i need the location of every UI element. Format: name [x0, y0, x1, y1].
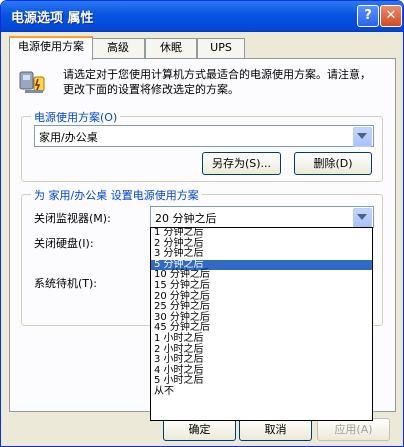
tab-hibernate[interactable]: 休眠 — [145, 38, 197, 58]
monitor-label: 关闭监视器(M): — [34, 212, 111, 225]
standby-label: 系统待机(T): — [34, 277, 98, 290]
dropdown-option[interactable]: 从不 — [151, 387, 372, 398]
scheme-dropdown-button[interactable] — [353, 127, 372, 147]
power-scheme-icon — [19, 71, 45, 93]
title-bar[interactable]: 电源选项 属性 ? ✕ — [1, 1, 403, 32]
help-button[interactable]: ? — [357, 5, 379, 27]
cancel-button[interactable]: 取消 — [239, 418, 312, 441]
dropdown-option[interactable]: 1 小时之后 — [151, 334, 372, 345]
delete-button[interactable]: 删除(D) — [294, 152, 372, 175]
tab-power-schemes[interactable]: 电源使用方案 — [9, 36, 93, 60]
power-options-window: 电源选项 属性 ? ✕ 电源使用方案 高级 休眠 UPS 请选定对于您使用计算机… — [0, 0, 404, 447]
ok-button[interactable]: 确定 — [163, 418, 236, 441]
monitor-dropdown-list[interactable]: 1 分钟之后 2 分钟之后 3 分钟之后 5 分钟之后 10 分钟之后 15 分钟之后 20… — [150, 227, 373, 421]
dropdown-option[interactable]: 1 分钟之后 — [151, 228, 372, 239]
settings-group-label: 为 家用/办公桌 设置电源使用方案 — [31, 187, 202, 203]
monitor-dropdown-button[interactable] — [353, 208, 372, 228]
description-text: 请选定对于您使用计算机方式最适合的电源使用方案。请注意，更改下面的设置将修改选定… — [63, 68, 371, 96]
window-title: 电源选项 属性 — [11, 11, 94, 26]
dropdown-option[interactable]: 5 小时之后 — [151, 376, 372, 387]
chevron-down-icon — [357, 133, 367, 139]
monitor-dropdown-value: 20 分钟之后 — [155, 212, 217, 225]
close-button[interactable]: ✕ — [380, 5, 402, 27]
dropdown-option[interactable]: 15 分钟之后 — [151, 281, 372, 292]
tab-advanced[interactable]: 高级 — [91, 38, 145, 58]
tab-ups[interactable]: UPS — [197, 38, 245, 58]
scheme-dropdown[interactable]: 家用/办公桌 — [34, 125, 374, 147]
apply-button[interactable]: 应用(A) — [317, 418, 390, 441]
hdd-label: 关闭硬盘(I): — [34, 237, 94, 250]
scheme-dropdown-value: 家用/办公桌 — [39, 131, 98, 144]
monitor-dropdown[interactable]: 20 分钟之后 — [150, 206, 374, 228]
chevron-down-icon — [357, 214, 367, 220]
save-as-button[interactable]: 另存为(S)... — [202, 152, 281, 175]
scheme-group-label: 电源使用方案(O) — [31, 109, 121, 125]
